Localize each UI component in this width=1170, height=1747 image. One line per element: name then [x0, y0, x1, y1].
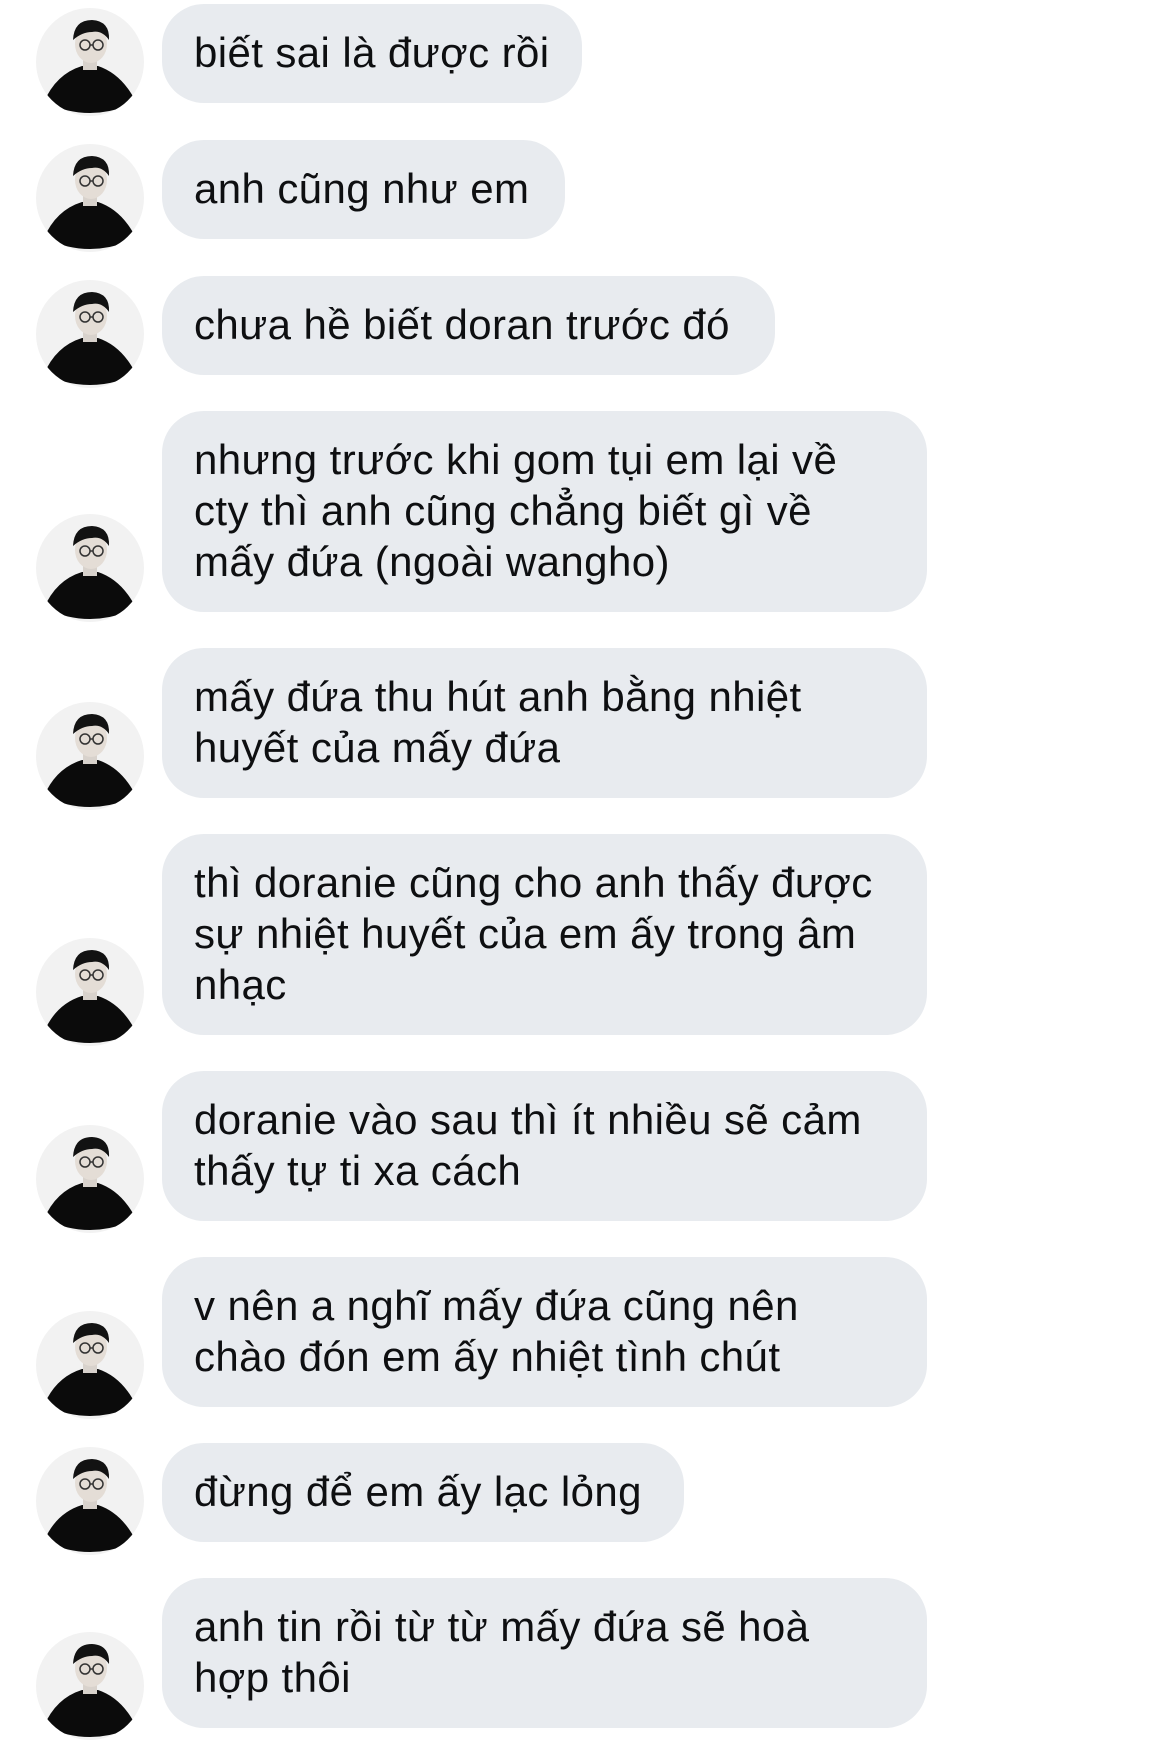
- message-bubble[interactable]: biết sai là được rồi: [162, 4, 582, 103]
- person-avatar-icon[interactable]: [36, 1125, 144, 1233]
- message-thread: biết sai là được rồi anh cũng như em chư…: [0, 0, 1170, 1747]
- message-bubble[interactable]: mấy đứa thu hút anh bằng nhiệt huyết của…: [162, 648, 927, 798]
- person-avatar-icon[interactable]: [36, 702, 144, 810]
- person-avatar-icon[interactable]: [36, 1447, 144, 1555]
- message-bubble[interactable]: thì doranie cũng cho anh thấy được sự nh…: [162, 834, 927, 1035]
- message-bubble[interactable]: anh tin rồi từ từ mấy đứa sẽ hoà hợp thô…: [162, 1578, 927, 1728]
- person-avatar-icon[interactable]: [36, 8, 144, 116]
- message-bubble[interactable]: đừng để em ấy lạc lỏng: [162, 1443, 684, 1542]
- message-bubble[interactable]: v nên a nghĩ mấy đứa cũng nên chào đón e…: [162, 1257, 927, 1407]
- message-bubble[interactable]: anh cũng như em: [162, 140, 565, 239]
- person-avatar-icon[interactable]: [36, 1311, 144, 1419]
- person-avatar-icon[interactable]: [36, 1632, 144, 1740]
- person-avatar-icon[interactable]: [36, 514, 144, 622]
- message-bubble[interactable]: chưa hề biết doran trước đó: [162, 276, 775, 375]
- person-avatar-icon[interactable]: [36, 938, 144, 1046]
- message-bubble[interactable]: doranie vào sau thì ít nhiều sẽ cảm thấy…: [162, 1071, 927, 1221]
- person-avatar-icon[interactable]: [36, 280, 144, 388]
- person-avatar-icon[interactable]: [36, 144, 144, 252]
- message-bubble[interactable]: nhưng trước khi gom tụi em lại về cty th…: [162, 411, 927, 612]
